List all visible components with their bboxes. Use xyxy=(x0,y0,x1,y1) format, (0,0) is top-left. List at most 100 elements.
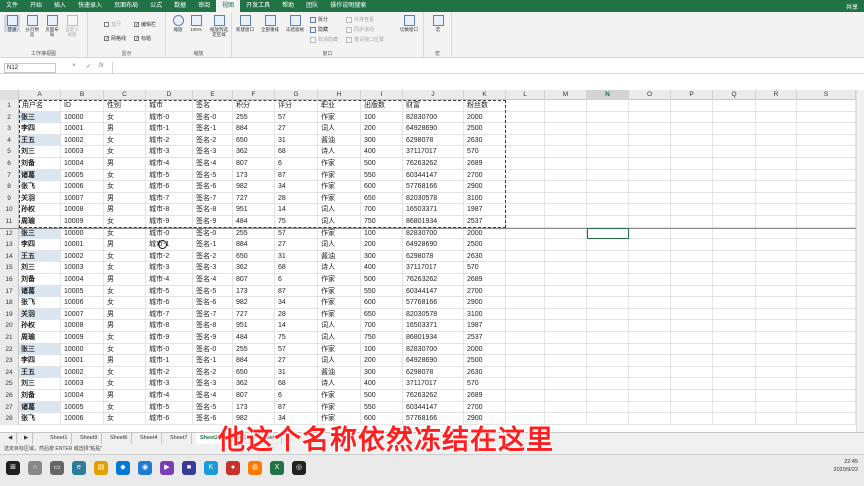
grid-cell[interactable] xyxy=(629,227,671,240)
grid-cell[interactable]: 酱油 xyxy=(318,134,361,147)
grid-cell[interactable] xyxy=(797,169,856,182)
grid-cell[interactable] xyxy=(797,100,856,112)
row-header[interactable]: 1 xyxy=(0,100,19,112)
grid-cell[interactable]: 362 xyxy=(233,262,275,274)
grid-cell[interactable] xyxy=(713,227,756,240)
vs-icon[interactable]: ▶ xyxy=(160,461,174,475)
row-header[interactable]: 24 xyxy=(0,366,19,379)
grid-cell[interactable] xyxy=(587,262,629,274)
grid-cell[interactable] xyxy=(671,250,713,263)
grid-cell[interactable]: 650 xyxy=(361,192,403,205)
row-header[interactable]: 11 xyxy=(0,216,19,228)
grid-cell[interactable]: 64928690 xyxy=(403,355,464,367)
grid-cell[interactable] xyxy=(587,378,629,390)
grid-cell[interactable]: 57 xyxy=(275,111,318,124)
grid-cell[interactable]: 6 xyxy=(275,158,318,170)
grid-cell[interactable]: 作家 xyxy=(318,343,361,356)
freeze-panes-button[interactable]: 冻结窗格 xyxy=(284,15,306,32)
grid-cell[interactable]: 作家 xyxy=(318,158,361,170)
grid-cell[interactable] xyxy=(629,355,671,367)
column-header-b[interactable]: B xyxy=(61,90,104,100)
grid-cell[interactable]: 884 xyxy=(233,123,275,135)
grid-cell[interactable]: 60344147 xyxy=(403,401,464,414)
grid-cell[interactable] xyxy=(713,308,756,321)
grid-cell[interactable] xyxy=(629,332,671,344)
grid-cell[interactable]: 签名-6 xyxy=(193,297,233,309)
grid-cell[interactable]: 男 xyxy=(104,390,146,402)
grid-cell[interactable] xyxy=(671,390,713,402)
grid-cell[interactable] xyxy=(629,378,671,390)
grid-cell[interactable] xyxy=(756,366,797,379)
enter-icon[interactable]: ✓ xyxy=(86,63,91,70)
grid-cell[interactable]: 570 xyxy=(464,146,506,158)
grid-cell[interactable] xyxy=(713,285,756,298)
grid-cell[interactable] xyxy=(713,216,756,228)
column-header-m[interactable]: M xyxy=(545,90,587,100)
grid-cell[interactable] xyxy=(797,320,856,332)
grid-cell[interactable]: 500 xyxy=(361,274,403,286)
grid-cell[interactable]: 作家 xyxy=(318,274,361,286)
grid-cell[interactable] xyxy=(797,239,856,251)
grid-cell[interactable]: 签名-2 xyxy=(193,366,233,379)
grid-cell[interactable]: 城市-1 xyxy=(146,355,193,367)
grid-cell[interactable]: 64928690 xyxy=(403,123,464,135)
grid-cell[interactable] xyxy=(797,250,856,263)
grid-cell[interactable] xyxy=(545,192,587,205)
grid-cell[interactable] xyxy=(506,366,545,379)
grid-cell[interactable]: 600 xyxy=(361,181,403,193)
row-header[interactable]: 23 xyxy=(0,355,19,367)
grid-cell[interactable] xyxy=(756,390,797,402)
chat-icon[interactable]: K xyxy=(204,461,218,475)
grid-cell[interactable] xyxy=(756,239,797,251)
grid-cell[interactable]: 570 xyxy=(464,262,506,274)
grid-cell[interactable] xyxy=(545,297,587,309)
grid-cell[interactable] xyxy=(671,123,713,135)
grid-cell[interactable]: 王五 xyxy=(19,134,61,147)
search-icon[interactable]: ○ xyxy=(28,461,42,475)
select-all-corner[interactable] xyxy=(0,90,19,100)
grid-cell[interactable]: 签名-8 xyxy=(193,204,233,216)
grid-cell[interactable]: 550 xyxy=(361,169,403,182)
grid-cell[interactable]: 75 xyxy=(275,332,318,344)
grid-cell[interactable]: 城市-7 xyxy=(146,308,193,321)
grid-cell[interactable] xyxy=(671,355,713,367)
grid-cell[interactable]: 100 xyxy=(361,227,403,240)
grid-cell[interactable] xyxy=(797,123,856,135)
row-header[interactable]: 19 xyxy=(0,308,19,321)
grid-cell[interactable]: 27 xyxy=(275,355,318,367)
grid-cell[interactable] xyxy=(506,401,545,414)
row-header[interactable]: 25 xyxy=(0,378,19,390)
grid-cell[interactable]: 400 xyxy=(361,262,403,274)
column-header-g[interactable]: G xyxy=(275,90,318,100)
grid-cell[interactable]: 6 xyxy=(275,274,318,286)
chrome-icon[interactable]: ● xyxy=(226,461,240,475)
grid-cell[interactable] xyxy=(713,355,756,367)
row-header[interactable]: 14 xyxy=(0,250,19,263)
grid-cell[interactable]: 关羽 xyxy=(19,192,61,205)
grid-cell[interactable] xyxy=(797,413,856,425)
grid-cell[interactable]: 31 xyxy=(275,134,318,147)
grid-cell[interactable]: 孙权 xyxy=(19,320,61,332)
grid-cell[interactable] xyxy=(545,378,587,390)
grid-cell[interactable]: 李四 xyxy=(19,239,61,251)
grid-cell[interactable] xyxy=(797,181,856,193)
grid-cell[interactable]: 10002 xyxy=(61,134,104,147)
grid-cell[interactable]: 城市-4 xyxy=(146,390,193,402)
grid-cell[interactable] xyxy=(713,297,756,309)
grid-cell[interactable] xyxy=(587,274,629,286)
grid-cell[interactable] xyxy=(506,378,545,390)
grid-cell[interactable] xyxy=(506,239,545,251)
grid-cell[interactable]: 女 xyxy=(104,181,146,193)
grid-cell[interactable]: 400 xyxy=(361,378,403,390)
grid-cell[interactable]: 200 xyxy=(361,123,403,135)
ribbon-tab-9[interactable]: 开发工具 xyxy=(240,0,276,12)
grid-cell[interactable] xyxy=(506,169,545,182)
column-header-l[interactable]: L xyxy=(506,90,545,100)
grid-cell[interactable]: 75 xyxy=(275,216,318,228)
grid-cell[interactable]: 女 xyxy=(104,343,146,356)
grid-cell[interactable] xyxy=(629,204,671,216)
grid-cell[interactable] xyxy=(506,216,545,228)
grid-cell[interactable]: 173 xyxy=(233,285,275,298)
grid-cell[interactable] xyxy=(797,390,856,402)
grid-cell[interactable] xyxy=(671,111,713,124)
